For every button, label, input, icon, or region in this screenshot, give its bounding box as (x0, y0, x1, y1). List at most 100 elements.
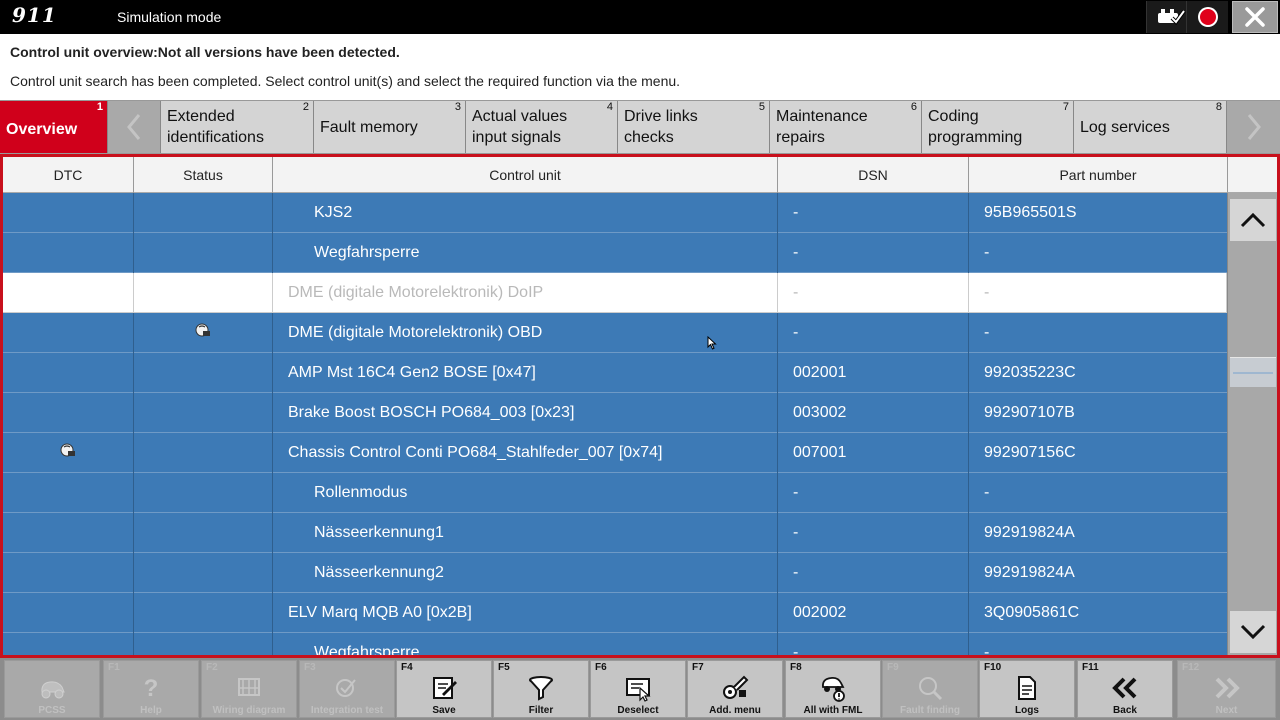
tab-actual-values[interactable]: 4 Actual values input signals (466, 101, 618, 153)
dtc-cell (3, 433, 134, 473)
control-unit-cell: Chassis Control Conti PO684_Stahlfeder_0… (273, 433, 778, 473)
dsn-cell: - (778, 313, 969, 353)
column-header-part-number[interactable]: Part number (969, 157, 1227, 193)
dtc-cell (3, 273, 134, 313)
dtc-cell (3, 593, 134, 633)
scroll-up-button[interactable] (1230, 199, 1276, 241)
filter-button[interactable]: F5 Filter (493, 660, 589, 718)
tab-label-line1: Drive links (624, 108, 698, 125)
table-row[interactable]: DME (digitale Motorelektronik) DoIP - - (3, 273, 1227, 313)
help-icon: ? (144, 675, 159, 702)
status-cell (134, 593, 273, 633)
deselect-icon (626, 678, 651, 702)
control-unit-cell: Rollenmodus (273, 473, 778, 513)
save-button[interactable]: F4 Save (396, 660, 492, 718)
function-tab-bar: 1 Overview 2 Extended identifications 3 … (0, 100, 1280, 154)
tab-label: Fault memory (320, 119, 418, 136)
tab-maintenance-repairs[interactable]: 6 Maintenance repairs (770, 101, 922, 153)
tab-extended-identifications[interactable]: 2 Extended identifications (161, 101, 314, 153)
status-cell (134, 233, 273, 273)
fault-finding-icon (919, 677, 943, 701)
logs-icon (1018, 676, 1036, 700)
integration-test-button[interactable]: F3 Integration test (299, 660, 395, 718)
table-row[interactable]: Rollenmodus - - (3, 473, 1227, 513)
tab-prev-button[interactable] (108, 101, 161, 153)
close-button[interactable] (1232, 1, 1278, 33)
all-with-fml-button[interactable]: F8 All with FML (785, 660, 881, 718)
vertical-scrollbar[interactable] (1227, 193, 1277, 655)
tab-coding-programming[interactable]: 7 Coding programming (922, 101, 1074, 153)
table-row[interactable]: Wegfahrsperre - - (3, 233, 1227, 273)
tab-drive-links[interactable]: 5 Drive links checks (618, 101, 770, 153)
tab-label: Log services (1080, 119, 1170, 136)
scrollbar-thumb[interactable] (1230, 357, 1276, 387)
dsn-cell: 002002 (778, 593, 969, 633)
help-button[interactable]: F1 ? Help (103, 660, 199, 718)
dsn-cell: 007001 (778, 433, 969, 473)
table-row[interactable]: Brake Boost BOSCH PO684_003 [0x23] 00300… (3, 393, 1227, 433)
status-cell (134, 473, 273, 513)
status-cell (134, 433, 273, 473)
column-header-status[interactable]: Status (134, 157, 273, 193)
status-cell (134, 633, 273, 655)
fault-entry-icon (60, 443, 75, 457)
fault-finding-button[interactable]: F9 Fault finding (882, 660, 978, 718)
table-row[interactable]: ELV Marq MQB A0 [0x2B] 002002 3Q0905861C (3, 593, 1227, 633)
tab-fault-memory[interactable]: 3 Fault memory (314, 101, 466, 153)
tab-log-services[interactable]: 8 Log services (1074, 101, 1227, 153)
table-row[interactable]: KJS2 - 95B965501S (3, 193, 1227, 233)
table-row[interactable]: Nässeerkennung1 - 992919824A (3, 513, 1227, 553)
status-cell (134, 313, 273, 353)
column-header-control-unit[interactable]: Control unit (273, 157, 778, 193)
part-number-cell: - (984, 644, 990, 658)
part-number-cell: - (969, 273, 1227, 313)
table-row[interactable]: DME (digitale Motorelektronik) OBD - - (3, 313, 1227, 353)
additional-menu-icon (723, 675, 749, 699)
deselect-button[interactable]: F6 Deselect (590, 660, 686, 718)
overview-message: Control unit search has been completed. … (10, 73, 681, 89)
table-header-corner (1227, 157, 1277, 193)
tab-label-line2: identifications (167, 129, 264, 146)
table-row[interactable]: Nässeerkennung2 - 992919824A (3, 553, 1227, 593)
dtc-cell (3, 193, 134, 233)
integration-test-icon (336, 679, 356, 697)
column-header-dtc[interactable]: DTC (3, 157, 134, 193)
tab-label: Overview (6, 121, 78, 138)
dtc-cell (3, 313, 134, 353)
wiring-diagram-button[interactable]: F2 Wiring diagram (201, 660, 297, 718)
part-number-cell: 992907156C (984, 444, 1076, 461)
control-unit-cell: Nässeerkennung1 (273, 513, 778, 553)
part-number-cell: - (984, 484, 990, 501)
next-button[interactable]: F12 Next (1177, 660, 1276, 718)
tab-next-button[interactable] (1227, 101, 1280, 153)
record-button[interactable] (1186, 1, 1228, 33)
wiring-diagram-icon (238, 678, 260, 696)
table-row[interactable]: Chassis Control Conti PO684_Stahlfeder_0… (3, 433, 1227, 473)
column-header-dsn[interactable]: DSN (778, 157, 969, 193)
chevron-up-icon (1240, 212, 1266, 228)
back-button[interactable]: F11 Back (1077, 660, 1173, 718)
car-diagnosis-icon (41, 681, 65, 699)
dtc-cell (3, 633, 134, 655)
tab-label-line1: Coding (928, 108, 979, 125)
tab-overview[interactable]: 1 Overview (0, 101, 108, 153)
dsn-cell: 002001 (778, 353, 969, 393)
pcss-button[interactable]: PCSS (4, 660, 100, 718)
dtc-cell (3, 473, 134, 513)
table-row[interactable]: AMP Mst 16C4 Gen2 BOSE [0x47] 002001 992… (3, 353, 1227, 393)
status-cell (134, 553, 273, 593)
tab-label-line2: programming (928, 129, 1023, 146)
app-logo: 911 (12, 3, 57, 27)
table-row[interactable]: Wegfahrsperre - - (3, 633, 1227, 658)
control-unit-cell: Wegfahrsperre (273, 233, 778, 273)
function-key-bar: PCSS F1 ? Help F2 Wiring diagram F3 Inte… (0, 658, 1280, 720)
part-number-cell: 3Q0905861C (984, 604, 1080, 621)
table-header: DTC Status Control unit DSN Part number (3, 157, 1227, 193)
record-icon (1197, 7, 1218, 27)
control-unit-cell: AMP Mst 16C4 Gen2 BOSE [0x47] (273, 353, 778, 393)
part-number-cell: 992919824A (984, 524, 1075, 541)
logs-button[interactable]: F10 Logs (979, 660, 1075, 718)
additional-menu-button[interactable]: F7 Add. menu (687, 660, 783, 718)
dtc-cell (3, 553, 134, 593)
scroll-down-button[interactable] (1230, 611, 1276, 653)
